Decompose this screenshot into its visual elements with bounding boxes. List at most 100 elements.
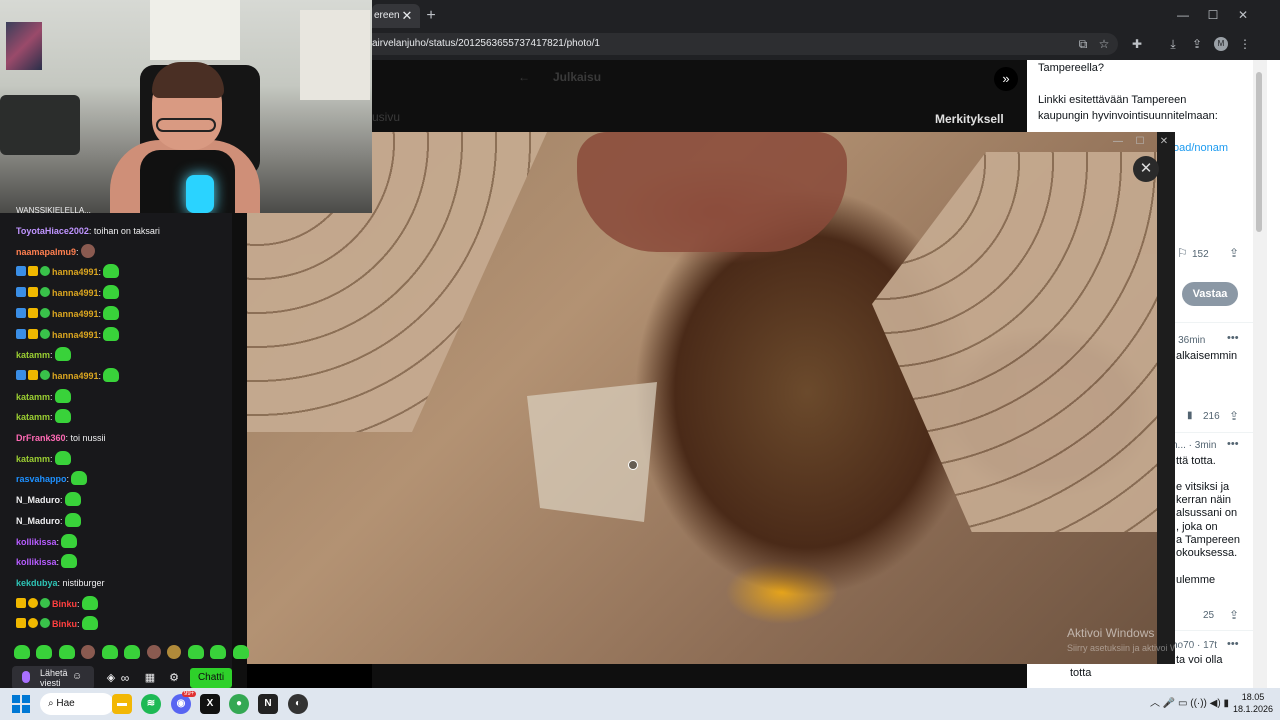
chat-username[interactable]: kollikissa xyxy=(16,557,57,567)
infinity-icon[interactable]: ∞ xyxy=(118,670,132,686)
share-reply-icon[interactable]: ⇪ xyxy=(1229,608,1239,622)
emote-icon[interactable] xyxy=(36,645,53,659)
chat-username[interactable]: Binku xyxy=(52,599,77,609)
crown-badge-icon[interactable] xyxy=(28,329,38,339)
more-icon[interactable]: ••• xyxy=(1227,438,1239,450)
chat-username[interactable]: kekdubya xyxy=(16,578,58,588)
emote-icon[interactable] xyxy=(167,645,182,659)
post-link[interactable]: oad/nonam xyxy=(1173,141,1228,155)
chat-username[interactable]: N_Maduro xyxy=(16,495,60,505)
tab-close-icon[interactable]: ✕ xyxy=(398,4,416,28)
extensions-icon[interactable]: ✚ xyxy=(1128,35,1146,53)
crown-badge-icon[interactable] xyxy=(16,598,26,608)
photo-close-button[interactable]: ✕ xyxy=(1133,156,1159,182)
close-window-icon[interactable]: ✕ xyxy=(1228,4,1258,26)
one-badge-icon[interactable] xyxy=(28,598,38,608)
views-icon[interactable]: ▮ xyxy=(1187,410,1193,421)
mic-icon[interactable] xyxy=(22,671,30,683)
start-icon[interactable] xyxy=(12,695,30,713)
bookmark-star-icon[interactable]: ☆ xyxy=(1095,35,1113,53)
popup-close-window-icon[interactable]: ✕ xyxy=(1156,134,1172,150)
gift-badge-icon[interactable] xyxy=(40,266,50,276)
bits-icon[interactable]: ◈ xyxy=(104,670,118,686)
gift-badge-icon[interactable] xyxy=(40,370,50,380)
gift-badge-icon[interactable] xyxy=(40,329,50,339)
chat-username[interactable]: hanna4991 xyxy=(52,371,99,381)
prime-badge-icon[interactable] xyxy=(16,329,26,339)
new-tab-button[interactable]: + xyxy=(422,4,440,28)
chat-username[interactable]: hanna4991 xyxy=(52,330,99,340)
chat-send-button[interactable]: Chatti xyxy=(190,668,232,688)
obs-app-icon[interactable]: N xyxy=(258,694,278,714)
file-explorer-icon[interactable]: ▬ xyxy=(112,694,132,714)
reply-button[interactable]: Vastaa xyxy=(1182,282,1238,306)
back-arrow-icon[interactable]: ← xyxy=(518,70,530,84)
maximize-icon[interactable]: ☐ xyxy=(1198,4,1228,26)
menu-icon[interactable]: ⋮ xyxy=(1236,35,1254,53)
chat-username[interactable]: hanna4991 xyxy=(52,309,99,319)
cast-icon[interactable]: ⧉ xyxy=(1074,35,1092,53)
download-icon[interactable]: ⤓ xyxy=(1164,35,1182,53)
crown-badge-icon[interactable] xyxy=(28,266,38,276)
emote-icon[interactable] xyxy=(58,645,75,659)
clock[interactable]: 18.05 18.1.2026 xyxy=(1230,691,1276,715)
chat-username[interactable]: katamm xyxy=(16,454,50,464)
x-app-icon[interactable]: X xyxy=(200,694,220,714)
share-post-icon[interactable]: ⇪ xyxy=(1229,246,1239,260)
emote-icon[interactable] xyxy=(14,645,30,659)
nav-home-label[interactable]: usivu xyxy=(372,110,400,124)
prime-badge-icon[interactable] xyxy=(16,287,26,297)
bookmark-icon[interactable]: ⚐ xyxy=(1177,246,1188,260)
emote-icon[interactable] xyxy=(187,645,204,659)
emote-icon[interactable] xyxy=(210,645,227,659)
gift-badge-icon[interactable] xyxy=(40,618,50,628)
emote-icon[interactable] xyxy=(146,645,161,659)
emote-icon[interactable] xyxy=(101,645,118,659)
chat-username[interactable]: DrFrank360 xyxy=(16,433,66,443)
chat-username[interactable]: kollikissa xyxy=(16,537,57,547)
crown-badge-icon[interactable] xyxy=(28,308,38,318)
chat-username[interactable]: katamm xyxy=(16,350,50,360)
more-icon[interactable]: ••• xyxy=(1227,332,1239,344)
chat-username[interactable]: ToyotaHiace2002 xyxy=(16,226,89,236)
system-tray[interactable]: ︿ 🎤 ▭ ((·)) ◀) ▮ xyxy=(1150,694,1230,714)
popup-minimize-icon[interactable]: — xyxy=(1110,134,1126,150)
taskbar-search[interactable]: ⌕ Hae xyxy=(40,693,114,715)
chat-username[interactable]: naamapalmu9 xyxy=(16,247,76,257)
address-bar[interactable]: airvelanjuho/status/2012563655737417821/… xyxy=(372,33,1118,55)
prime-badge-icon[interactable] xyxy=(16,370,26,380)
share-icon[interactable]: ⇪ xyxy=(1188,35,1206,53)
chrome-icon[interactable]: ● xyxy=(229,694,249,714)
scrollbar-thumb[interactable] xyxy=(1256,72,1262,232)
discord-icon[interactable]: ◉ xyxy=(171,694,191,714)
crown-badge-icon[interactable] xyxy=(28,287,38,297)
burger-photo[interactable] xyxy=(247,132,1157,664)
chat-username[interactable]: Binku xyxy=(52,619,77,629)
gift-badge-icon[interactable] xyxy=(40,308,50,318)
minimize-icon[interactable]: — xyxy=(1168,4,1198,26)
popup-maximize-icon[interactable]: ☐ xyxy=(1132,134,1148,150)
store-icon[interactable]: ▦ xyxy=(143,670,157,686)
prime-badge-icon[interactable] xyxy=(16,266,26,276)
prime-badge-icon[interactable] xyxy=(16,308,26,318)
crown-badge-icon[interactable] xyxy=(28,370,38,380)
gift-badge-icon[interactable] xyxy=(40,598,50,608)
chat-username[interactable]: katamm xyxy=(16,412,50,422)
one-badge-icon[interactable] xyxy=(28,618,38,628)
emote-icon[interactable] xyxy=(232,645,249,659)
gift-badge-icon[interactable] xyxy=(40,287,50,297)
streaming-app-icon[interactable]: ◐ xyxy=(288,694,308,714)
profile-avatar[interactable]: M xyxy=(1214,37,1228,51)
share-reply-icon[interactable]: ⇪ xyxy=(1229,409,1239,423)
emote-icon[interactable] xyxy=(124,645,141,659)
more-icon[interactable]: ••• xyxy=(1227,638,1239,650)
emote-tray[interactable] xyxy=(12,643,249,661)
emote-picker-icon[interactable]: ☺ xyxy=(72,671,84,683)
chat-username[interactable]: katamm xyxy=(16,392,50,402)
expand-icon[interactable]: » xyxy=(994,67,1018,91)
chat-username[interactable]: hanna4991 xyxy=(52,267,99,277)
chat-username[interactable]: rasvahappo xyxy=(16,474,67,484)
gear-icon[interactable]: ⚙ xyxy=(167,670,181,686)
chat-username[interactable]: hanna4991 xyxy=(52,288,99,298)
chat-username[interactable]: N_Maduro xyxy=(16,516,60,526)
